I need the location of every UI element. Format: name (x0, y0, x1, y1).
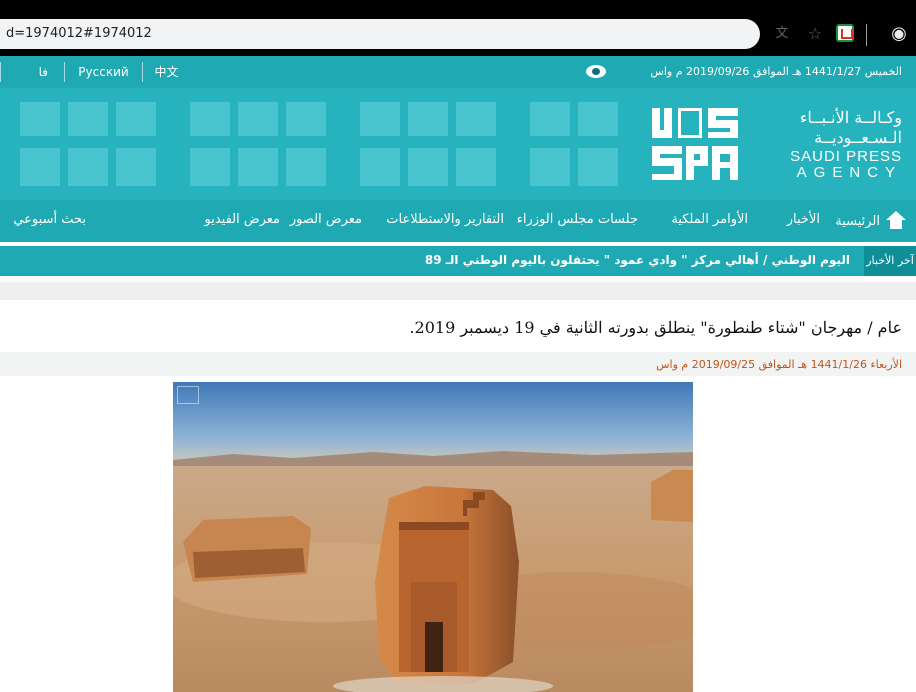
eye-icon[interactable] (586, 65, 606, 78)
main-nav: الرئيسية الأخبار الأوامر الملكية جلسات م… (0, 200, 916, 242)
nav-item-photo-gallery[interactable]: معرض الصور (290, 212, 362, 227)
current-date: الخميس 1441/1/27 هـ الموافق 2019/09/26 م… (650, 65, 902, 78)
banner-watermark (20, 94, 190, 194)
nav-item-royal-orders[interactable]: الأوامر الملكية (671, 212, 748, 227)
home-icon (886, 211, 906, 231)
nav-item-weekly-search[interactable]: بحث أسبوعي (13, 212, 86, 227)
nav-item-label: الرئيسية (835, 213, 880, 229)
nav-item-cabinet-sessions[interactable]: جلسات مجلس الوزراء (517, 212, 638, 227)
spa-logo[interactable]: وكـالــة الأنـبــاء الـسـعــوديــة SAUDI… (652, 104, 902, 184)
ticker-headline[interactable]: اليوم الوطني / أهالي مركز " وادي عمود " … (425, 253, 850, 267)
lang-russian[interactable]: Русский (64, 62, 142, 82)
article-date: الأربعاء 1441/1/26 هـ الموافق 2019/09/25… (656, 358, 902, 371)
spa-logo-mark (652, 104, 742, 184)
profile-icon[interactable]: ◉ (888, 23, 910, 45)
article-photo[interactable] (173, 382, 693, 692)
logo-arabic-line2: الـسـعــوديــة (814, 128, 902, 147)
header-banner: وكـالــة الأنـبــاء الـسـعــوديــة SAUDI… (0, 88, 916, 200)
web-page: الخميس 1441/1/27 هـ الموافق 2019/09/26 م… (0, 56, 916, 692)
nav-item-video-gallery[interactable]: معرض الفيديو (205, 212, 281, 227)
ticker-label: آخر الأخبار (864, 246, 916, 276)
nav-item-news[interactable]: الأخبار (787, 212, 820, 227)
article-title: عام / مهرجان "شتاء طنطورة" ينطلق بدورته … (409, 318, 902, 337)
top-bar: الخميس 1441/1/27 هـ الموافق 2019/09/26 م… (0, 56, 916, 88)
news-ticker: آخر الأخبار اليوم الوطني / أهالي مركز " … (0, 246, 916, 276)
desert-rock-tomb-image (173, 382, 693, 692)
star-icon[interactable]: ☆ (804, 23, 826, 45)
nav-item-home[interactable]: الرئيسية (835, 209, 906, 233)
address-text: d=1974012#1974012 (6, 26, 152, 41)
nav-item-reports[interactable]: التقارير والاستطلاعات (386, 212, 504, 227)
lang-persian[interactable]: فا (0, 62, 64, 82)
toolbar-divider (866, 24, 867, 46)
lang-chinese[interactable]: 中文 (142, 62, 190, 82)
logo-english-line2: AGENCY (796, 164, 902, 181)
extension-icon[interactable] (836, 24, 854, 42)
logo-arabic-line1: وكـالــة الأنـبــاء (799, 108, 902, 127)
banner-watermark (360, 94, 530, 194)
banner-watermark (190, 94, 360, 194)
spa-watermark-icon (177, 386, 199, 404)
translate-icon[interactable]: 文 (771, 23, 793, 45)
address-bar[interactable]: d=1974012#1974012 (0, 19, 760, 49)
divider-strip (0, 282, 916, 300)
browser-toolbar: d=1974012#1974012 文 ☆ ◉ (0, 0, 916, 56)
logo-arabic-name: وكـالــة الأنـبــاء الـسـعــوديــة (752, 108, 902, 148)
logo-english-line1: SAUDI PRESS (790, 148, 902, 165)
